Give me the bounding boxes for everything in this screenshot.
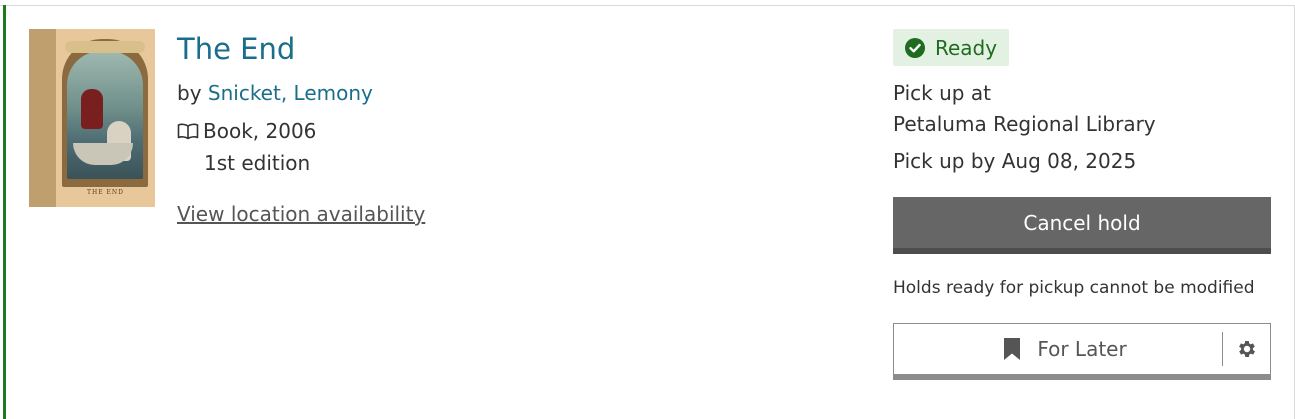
shelf-settings-button[interactable] — [1223, 324, 1270, 374]
format-info: Book, 2006 — [177, 118, 316, 144]
book-open-icon — [177, 123, 199, 140]
cover-title-text: THE END — [87, 189, 124, 196]
status-text: Ready — [935, 35, 998, 60]
status-badge: Ready — [893, 29, 1009, 66]
view-location-availability-link[interactable]: View location availability — [177, 201, 425, 227]
check-circle-icon — [905, 37, 925, 58]
cover-boat — [73, 143, 133, 165]
status-accent-bar — [3, 5, 6, 419]
gear-icon — [1238, 341, 1255, 357]
edition-text: 1st edition — [204, 151, 311, 175]
format-text: Book, 2006 — [203, 119, 317, 143]
byline: by Snicket, Lemony — [177, 80, 373, 106]
cancel-hold-button[interactable]: Cancel hold — [893, 197, 1271, 254]
cover-art — [67, 51, 143, 179]
hold-note: Holds ready for pickup cannot be modifie… — [893, 278, 1255, 298]
cover-banner — [65, 41, 145, 53]
pickup-by-date: Pick up by Aug 08, 2025 — [893, 149, 1137, 173]
shelf-button-group: For Later — [893, 323, 1271, 380]
cover-figure — [81, 89, 103, 129]
for-later-label: For Later — [1037, 337, 1127, 361]
for-later-button[interactable]: For Later — [894, 324, 1222, 374]
cover-spine — [29, 29, 56, 207]
byline-prefix: by — [177, 81, 202, 105]
author-link[interactable]: Snicket, Lemony — [208, 81, 373, 105]
bookmark-icon — [1004, 338, 1021, 360]
pickup-location: Petaluma Regional Library — [893, 112, 1156, 136]
pickup-label: Pick up at — [893, 81, 991, 105]
book-cover-image[interactable]: THE END — [29, 29, 155, 207]
item-title-link[interactable]: The End — [177, 30, 295, 68]
